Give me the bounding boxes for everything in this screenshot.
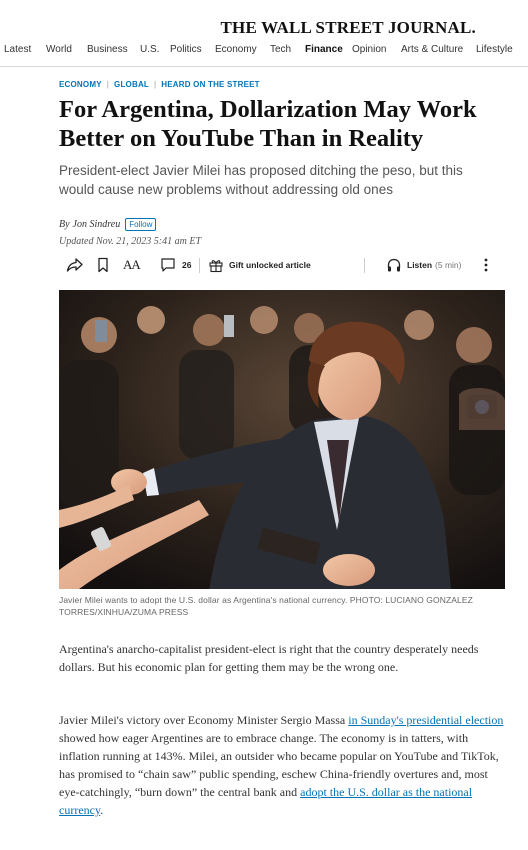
nav-item-arts-culture[interactable]: Arts & Culture <box>401 44 463 55</box>
nav-divider <box>0 66 528 67</box>
top-nav: Latest World Business U.S. Politics Economy Te… <box>0 44 528 64</box>
article-dek: President-elect Javier Milei has propose… <box>59 163 463 197</box>
share-icon <box>66 258 83 272</box>
listen-label: Listen (5 min) <box>407 260 461 270</box>
article-paragraph-1: Argentina's anarcho-capitalist president… <box>59 642 479 674</box>
byline-prefix: By <box>59 219 70 230</box>
text-size-icon: AA <box>123 257 141 272</box>
more-options-button[interactable] <box>482 255 490 275</box>
paragraph-2-text-c: . <box>100 803 104 817</box>
headphones-icon <box>387 258 401 272</box>
photo-caption: Javier Milei wants to adopt the U.S. dol… <box>59 595 473 617</box>
gift-article-label: Gift unlocked article <box>229 260 311 270</box>
article-headline: For Argentina, Dollarization May Work Be… <box>59 96 477 152</box>
nav-item-tech[interactable]: Tech <box>270 44 291 55</box>
section-labels: ECONOMY | GLOBAL | HEARD ON THE STREET <box>59 80 260 89</box>
gift-article-button[interactable]: Gift unlocked article <box>208 255 311 275</box>
nav-item-lifestyle[interactable]: Lifestyle <box>476 44 513 55</box>
byline: By Jon Sindreu Follow <box>59 218 157 231</box>
listen-duration: (5 min) <box>435 260 462 270</box>
toolbar-divider <box>364 258 365 273</box>
nav-item-world[interactable]: World <box>46 44 72 55</box>
comment-icon <box>161 258 175 272</box>
nav-item-opinion[interactable]: Opinion <box>352 44 386 55</box>
section-economy[interactable]: ECONOMY <box>59 80 102 89</box>
gift-icon <box>209 260 223 273</box>
nav-item-latest[interactable]: Latest <box>4 44 31 55</box>
masthead[interactable]: THE WALL STREET JOURNAL. <box>221 18 476 38</box>
article-photo[interactable] <box>59 290 505 589</box>
follow-button[interactable]: Follow <box>125 218 157 231</box>
listen-text: Listen <box>407 260 433 270</box>
photo-illustration <box>59 290 505 589</box>
comment-count: 26 <box>182 260 192 270</box>
presidential-election-link[interactable]: in Sunday's presidential election <box>348 713 503 727</box>
share-button[interactable] <box>66 255 84 275</box>
toolbar-divider <box>199 258 200 273</box>
section-separator: | <box>154 80 157 89</box>
bookmark-button[interactable] <box>96 255 110 275</box>
listen-button[interactable]: Listen (5 min) <box>386 255 461 275</box>
article-toolbar: AA 26 Gift unlocked article Listen (5 min… <box>66 255 506 277</box>
nav-item-u-s-[interactable]: U.S. <box>140 44 159 55</box>
section-global[interactable]: GLOBAL <box>114 80 149 89</box>
nav-item-economy[interactable]: Economy <box>215 44 257 55</box>
more-options-icon <box>484 258 488 272</box>
author-name[interactable]: Jon Sindreu <box>73 219 121 230</box>
nav-item-finance[interactable]: Finance <box>305 44 343 55</box>
paragraph-2-text-a: Javier Milei's victory over Economy Mini… <box>59 713 349 727</box>
section-heard-on-the-street[interactable]: HEARD ON THE STREET <box>161 80 259 89</box>
nav-item-politics[interactable]: Politics <box>170 44 202 55</box>
section-separator: | <box>106 80 110 89</box>
article-paragraph-2: Javier Milei's victory over Economy Mini… <box>59 711 505 819</box>
comments-button[interactable]: 26 <box>160 255 191 275</box>
bookmark-icon <box>98 257 108 273</box>
updated-timestamp: Updated Nov. 21, 2023 5:41 am ET <box>59 236 202 247</box>
text-size-button[interactable]: AA <box>123 255 141 275</box>
nav-item-business[interactable]: Business <box>87 44 128 55</box>
